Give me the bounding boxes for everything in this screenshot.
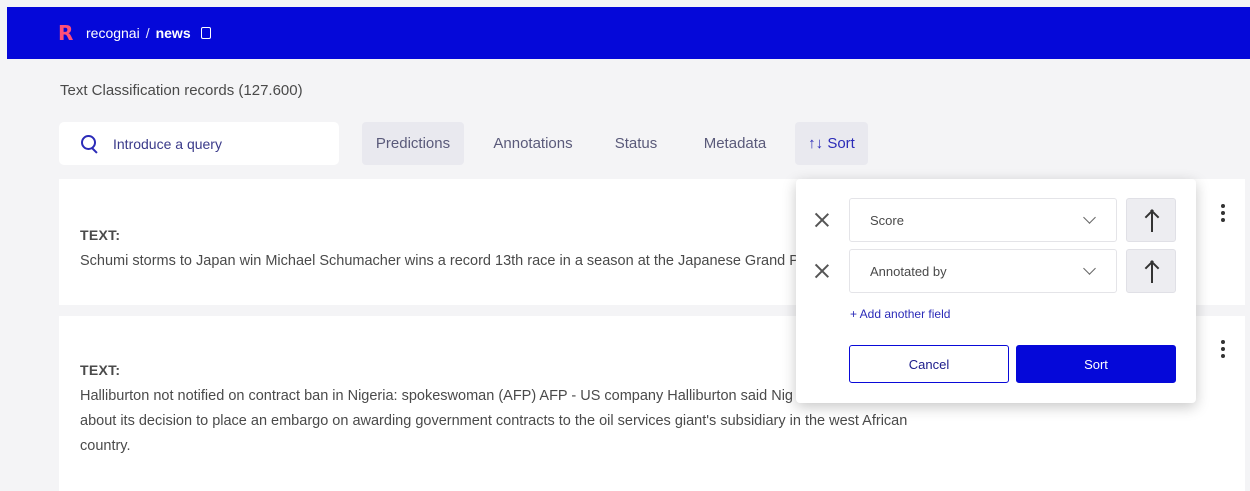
sort-direction-button[interactable] bbox=[1126, 198, 1176, 242]
sort-field-value: Score bbox=[870, 212, 904, 228]
copy-icon[interactable] bbox=[200, 27, 211, 39]
sort-panel: Score Annotated by + Add another field C… bbox=[796, 179, 1196, 403]
record-text-label: TEXT: bbox=[80, 362, 121, 378]
page-title: Text Classification records (127.600) bbox=[60, 82, 303, 99]
close-icon[interactable] bbox=[814, 212, 830, 228]
breadcrumb: recognai / news bbox=[86, 25, 211, 41]
record-text-line: about its decision to place an embargo o… bbox=[80, 413, 908, 429]
more-options-icon[interactable] bbox=[1221, 204, 1225, 222]
cancel-button[interactable]: Cancel bbox=[849, 345, 1009, 383]
arrow-up-icon bbox=[1151, 261, 1153, 283]
record-text: Schumi storms to Japan win Michael Schum… bbox=[80, 253, 799, 269]
chevron-down-icon bbox=[1083, 262, 1096, 275]
breadcrumb-dataset: news bbox=[155, 25, 191, 41]
filter-status[interactable]: Status bbox=[600, 122, 672, 165]
more-options-icon[interactable] bbox=[1221, 340, 1225, 358]
logo[interactable]: R bbox=[58, 23, 74, 43]
breadcrumb-workspace[interactable]: recognai bbox=[86, 25, 140, 41]
sort-button[interactable]: ↑↓ Sort bbox=[795, 122, 868, 165]
filter-annotations[interactable]: Annotations bbox=[478, 122, 588, 165]
sort-field-value: Annotated by bbox=[870, 263, 947, 279]
sort-field-row: Annotated by bbox=[796, 249, 1196, 293]
add-field-link[interactable]: + Add another field bbox=[850, 307, 950, 321]
record-text-label: TEXT: bbox=[80, 227, 121, 243]
top-bar: R recognai / news bbox=[7, 7, 1250, 59]
record-text-line: Halliburton not notified on contract ban… bbox=[80, 388, 793, 404]
sort-field-row: Score bbox=[796, 198, 1196, 242]
close-icon[interactable] bbox=[814, 263, 830, 279]
search-box[interactable] bbox=[59, 122, 339, 165]
sort-field-select[interactable]: Score bbox=[849, 198, 1117, 242]
search-icon bbox=[81, 134, 99, 153]
apply-sort-button[interactable]: Sort bbox=[1016, 345, 1176, 383]
sort-field-select[interactable]: Annotated by bbox=[849, 249, 1117, 293]
arrow-up-icon bbox=[1151, 210, 1153, 232]
filter-metadata[interactable]: Metadata bbox=[690, 122, 780, 165]
breadcrumb-separator: / bbox=[145, 25, 150, 41]
record-text-line: country. bbox=[80, 438, 131, 454]
search-input[interactable] bbox=[113, 135, 313, 152]
filter-predictions[interactable]: Predictions bbox=[362, 122, 464, 165]
sort-direction-button[interactable] bbox=[1126, 249, 1176, 293]
chevron-down-icon bbox=[1083, 211, 1096, 224]
